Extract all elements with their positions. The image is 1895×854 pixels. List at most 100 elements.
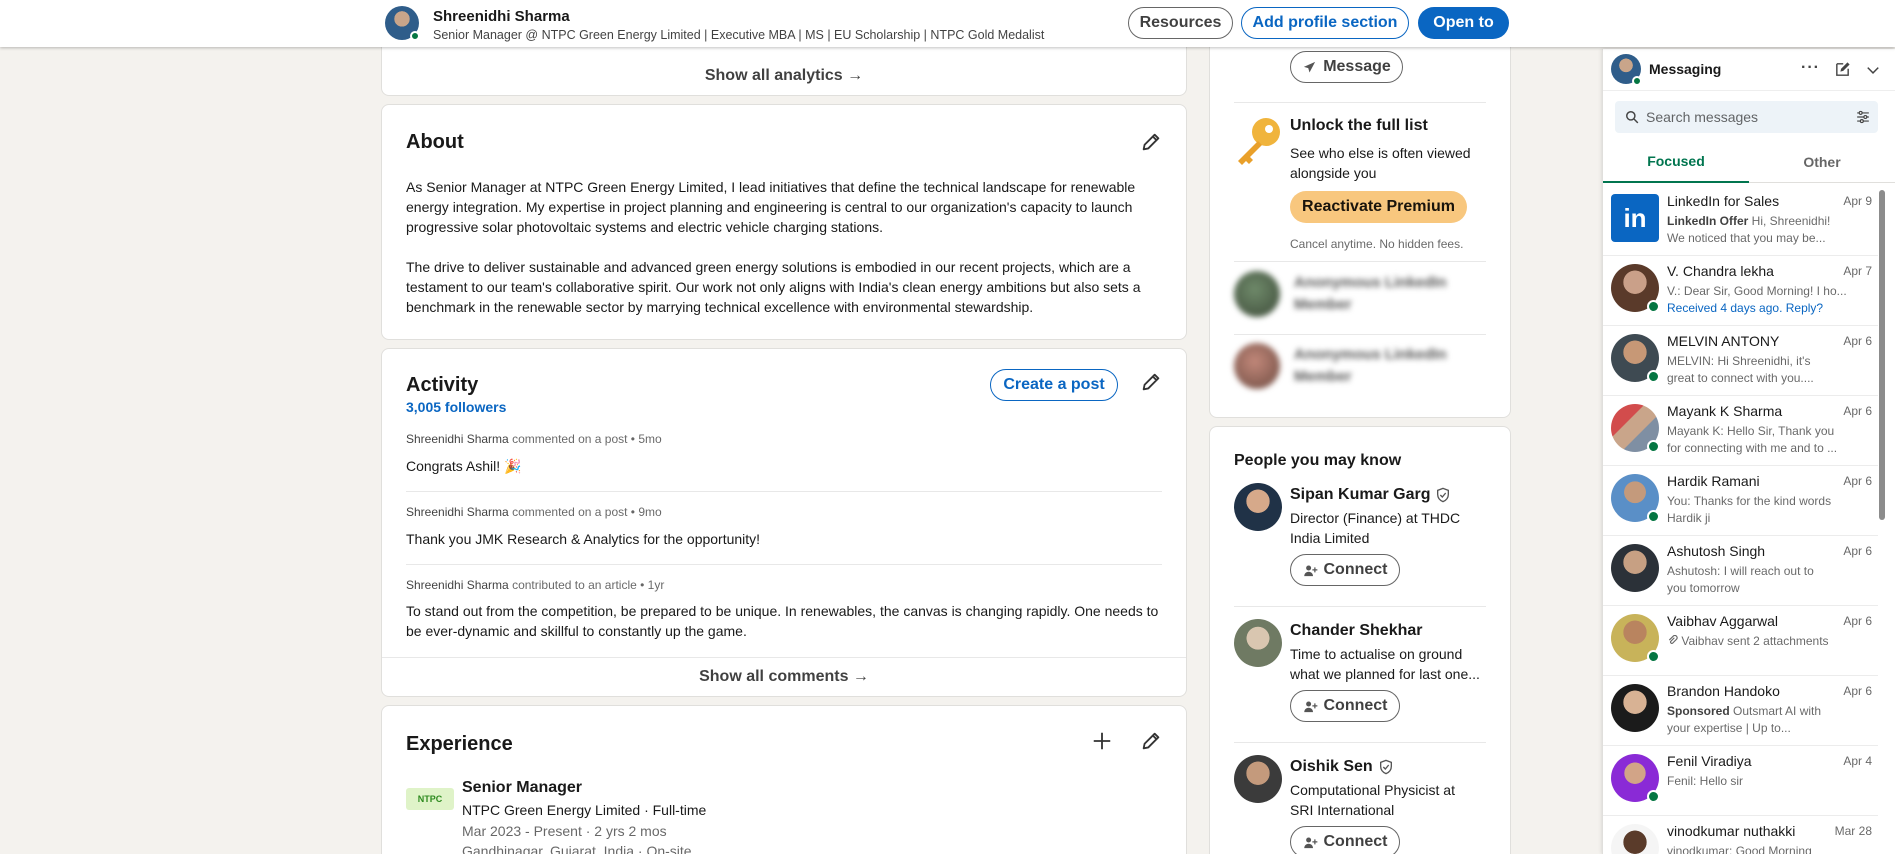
edit-about-button[interactable]: [1137, 128, 1165, 156]
connect-button[interactable]: Connect: [1290, 554, 1400, 586]
preview-line: your expertise | Up to...: [1667, 721, 1791, 735]
preview-line: vinodkumar: Good Morning: [1667, 844, 1812, 854]
conversation-item[interactable]: Hardik Ramani Apr 6 You: Thanks for the …: [1603, 466, 1878, 536]
messaging-title: Messaging: [1649, 61, 1722, 77]
unlock-title: Unlock the full list: [1290, 117, 1428, 134]
person-avatar[interactable]: [1234, 755, 1282, 803]
conversation-preview: V.: Dear Sir, Good Morning! I ho... Recei…: [1667, 283, 1867, 317]
conversation-preview: vinodkumar: Good Morning: [1667, 843, 1867, 854]
conversation-item[interactable]: Vaibhav Aggarwal Apr 6 Vaibhav sent 2 at…: [1603, 606, 1878, 676]
messaging-header[interactable]: Messaging ···: [1603, 49, 1895, 91]
reply-prompt[interactable]: Received 4 days ago. Reply?: [1667, 301, 1823, 315]
conversation-item[interactable]: MELVIN ANTONY Apr 6 MELVIN: Hi Shreenidh…: [1603, 326, 1878, 396]
conversation-item[interactable]: Fenil Viradiya Apr 4 Fenil: Hello sir: [1603, 746, 1878, 816]
blurred-avatar: [1234, 343, 1280, 389]
add-person-icon: [1303, 837, 1317, 848]
preview-line: great to connect with you....: [1667, 371, 1814, 385]
filter-icon[interactable]: [1855, 110, 1871, 124]
add-person-icon: [1303, 565, 1317, 576]
tab-focused[interactable]: Focused: [1603, 141, 1749, 183]
followers-count[interactable]: 3,005 followers: [406, 399, 506, 415]
message-search-input[interactable]: Search messages: [1615, 101, 1878, 133]
conversation-item[interactable]: Mayank K Sharma Apr 6 Mayank K: Hello Si…: [1603, 396, 1878, 466]
conversation-date: Mar 28: [1834, 824, 1872, 838]
conversation-name: Vaibhav Aggarwal: [1667, 613, 1779, 629]
key-icon: [1238, 118, 1280, 165]
create-post-button[interactable]: Create a post: [990, 369, 1118, 401]
online-indicator: [410, 31, 420, 41]
conversation-name: vinodkumar nuthakki: [1667, 823, 1796, 839]
conversation-preview: Fenil: Hello sir: [1667, 773, 1867, 790]
post-author[interactable]: Shreenidhi Sharma: [406, 505, 509, 519]
tab-other[interactable]: Other: [1749, 141, 1895, 183]
pymk-title: People you may know: [1234, 452, 1402, 469]
edit-experience-button[interactable]: [1137, 727, 1165, 755]
conversation-item[interactable]: Brandon Handoko Apr 6 Sponsored Outsmart…: [1603, 676, 1878, 746]
about-title: About: [406, 131, 464, 153]
person-avatar[interactable]: [1234, 483, 1282, 531]
post-text[interactable]: Thank you JMK Research & Analytics for t…: [406, 529, 1166, 549]
conversation-name: Fenil Viradiya: [1667, 753, 1752, 769]
plus-icon: [1093, 732, 1111, 750]
profile-name: Shreenidhi Sharma: [433, 8, 570, 25]
post-text[interactable]: Congrats Ashil! 🎉: [406, 456, 1166, 476]
messaging-tabs: Focused Other: [1603, 141, 1895, 183]
chevron-down-icon[interactable]: [1865, 63, 1881, 77]
person-name-text: Sipan Kumar Garg: [1290, 486, 1431, 503]
divider: [382, 657, 1186, 658]
online-indicator: [1647, 510, 1660, 523]
person-name[interactable]: Chander Shekhar: [1290, 622, 1422, 640]
divider: [1234, 742, 1486, 743]
blurred-avatar: [1234, 271, 1280, 317]
person-name[interactable]: Sipan Kumar Garg: [1290, 486, 1451, 504]
add-experience-button[interactable]: [1088, 727, 1116, 755]
cancel-note: Cancel anytime. No hidden fees.: [1290, 237, 1464, 251]
conversation-name: MELVIN ANTONY: [1667, 333, 1780, 349]
conversation-date: Apr 6: [1843, 474, 1872, 488]
connect-button[interactable]: Connect: [1290, 690, 1400, 722]
add-profile-section-button[interactable]: Add profile section: [1241, 7, 1409, 39]
conversation-item[interactable]: Ashutosh Singh Apr 6 Ashutosh: I will re…: [1603, 536, 1878, 606]
preview-line: You: Thanks for the kind words: [1667, 494, 1832, 508]
edit-activity-button[interactable]: [1137, 368, 1165, 396]
divider: [1234, 102, 1486, 103]
resources-button[interactable]: Resources: [1128, 7, 1233, 39]
reactivate-premium-button[interactable]: Reactivate Premium: [1290, 191, 1467, 223]
compose-icon[interactable]: [1834, 61, 1851, 78]
post-author[interactable]: Shreenidhi Sharma: [406, 432, 509, 446]
anonymous-member: Anonymous LinkedIn Member: [1234, 343, 1454, 389]
company-logo[interactable]: NTPC: [406, 788, 454, 810]
conversation-item[interactable]: V. Chandra lekha Apr 7 V.: Dear Sir, Goo…: [1603, 256, 1878, 326]
post-author[interactable]: Shreenidhi Sharma: [406, 578, 509, 592]
person-name[interactable]: Oishik Sen: [1290, 758, 1394, 776]
anonymous-label: Anonymous LinkedIn Member: [1294, 274, 1447, 313]
scrollbar-thumb[interactable]: [1879, 190, 1885, 520]
people-you-may-know-card: People you may know Sipan Kumar Garg Dir…: [1209, 426, 1511, 854]
show-all-analytics-link[interactable]: Show all analytics →: [382, 67, 1186, 85]
conversation-name: V. Chandra lekha: [1667, 263, 1774, 279]
person-headline: Director (Finance) at THDC India Limited: [1290, 510, 1461, 546]
conversation-item[interactable]: in LinkedIn for Sales Apr 9 LinkedIn Off…: [1603, 186, 1878, 256]
divider: [1234, 606, 1486, 607]
sponsored-tag: Sponsored: [1667, 704, 1730, 718]
conversation-name: Mayank K Sharma: [1667, 403, 1783, 419]
conversation-name: LinkedIn for Sales: [1667, 193, 1780, 209]
preview-line: MELVIN: Hi Shreenidhi, it's: [1667, 354, 1811, 368]
conversation-preview: Vaibhav sent 2 attachments: [1667, 633, 1867, 650]
person-avatar[interactable]: [1234, 619, 1282, 667]
post-text[interactable]: To stand out from the competition, be pr…: [406, 601, 1166, 641]
verified-icon: [1379, 759, 1392, 775]
conversation-avatar: [1611, 544, 1659, 592]
open-to-button[interactable]: Open to: [1418, 7, 1509, 39]
messaging-scrollbar[interactable]: [1877, 186, 1887, 854]
preview-line: Outsmart AI with: [1729, 704, 1822, 718]
experience-role[interactable]: Senior Manager: [462, 779, 582, 797]
conversation-date: Apr 6: [1843, 614, 1872, 628]
show-all-comments-link[interactable]: Show all comments →: [382, 668, 1186, 686]
online-indicator: [1632, 76, 1642, 86]
conversation-item[interactable]: vinodkumar nuthakki Mar 28 vinodkumar: G…: [1603, 816, 1878, 854]
message-button[interactable]: Message: [1290, 51, 1403, 83]
preview-line: you tomorrow: [1667, 581, 1740, 595]
more-options-icon[interactable]: ···: [1801, 59, 1820, 77]
connect-button[interactable]: Connect: [1290, 826, 1400, 854]
